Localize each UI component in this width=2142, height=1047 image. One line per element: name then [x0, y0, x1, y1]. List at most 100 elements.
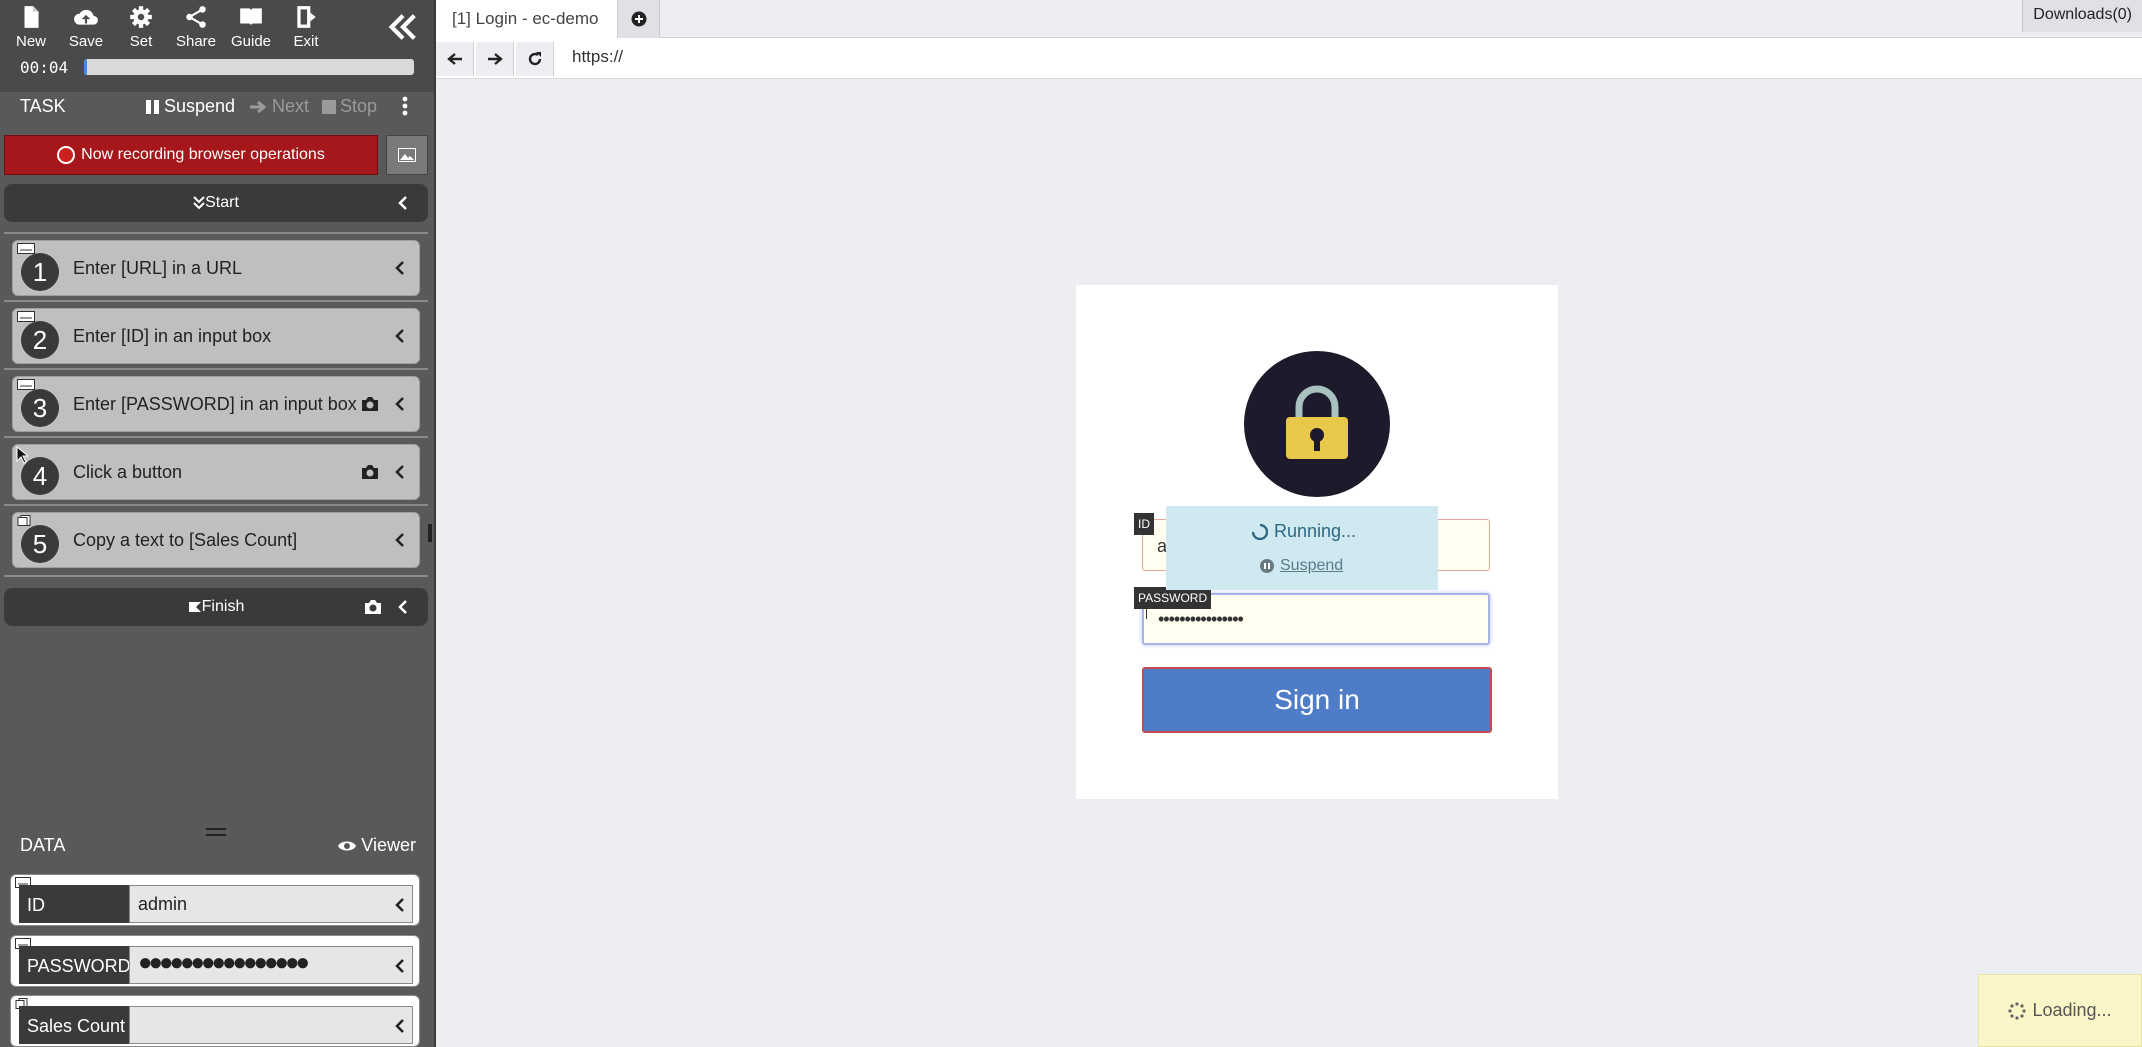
sidebar-resize-handle[interactable]: [428, 524, 432, 542]
step-label: Enter [URL] in a URL: [73, 258, 243, 278]
task-header: TASK Suspend Next Stop: [0, 92, 434, 120]
sign-in-button[interactable]: Sign in: [1142, 667, 1492, 733]
double-chevron-down-icon: [193, 196, 205, 210]
navigation-bar: https://: [436, 38, 2142, 79]
viewer-button[interactable]: Viewer: [337, 835, 416, 856]
image-icon: [398, 148, 416, 162]
overlay-suspend-link[interactable]: Suspend: [1260, 557, 1343, 575]
id-field-tag: ID: [1134, 513, 1154, 535]
toolbar: New Save Set Share Guide Exit 00:04: [0, 0, 434, 92]
chevron-left-icon[interactable]: [398, 600, 408, 614]
save-button[interactable]: Save: [60, 2, 112, 52]
camera-icon[interactable]: [361, 464, 379, 480]
step-label: Enter [ID] in an input box: [73, 326, 272, 346]
book-icon: [240, 8, 262, 26]
step-label: Click a button: [73, 462, 183, 482]
chevron-left-icon[interactable]: [395, 959, 405, 973]
step-divider: [4, 436, 428, 438]
new-button[interactable]: New: [5, 2, 57, 52]
exit-button[interactable]: Exit: [280, 2, 332, 52]
next-step-icon: [250, 100, 267, 113]
sidebar: New Save Set Share Guide Exit 00:04 TASK: [0, 0, 436, 1047]
step-3[interactable]: 3 Enter [PASSWORD] in an input box: [12, 376, 420, 432]
data-row-id[interactable]: ID admin: [10, 874, 420, 926]
data-header: DATA Viewer: [0, 826, 434, 862]
record-icon: [57, 146, 76, 164]
data-name: PASSWORD: [19, 946, 137, 984]
step-label: Copy a text to [Sales Count]: [73, 530, 298, 550]
chevron-left-icon[interactable]: [395, 1019, 405, 1033]
step-5[interactable]: 5 Copy a text to [Sales Count]: [12, 512, 420, 568]
finish-section[interactable]: Finish: [4, 588, 428, 626]
lock-icon: [1286, 385, 1348, 459]
chevron-left-icon[interactable]: [395, 898, 405, 912]
data-value[interactable]: ●●●●●●●●●●●●●●●●: [129, 946, 413, 984]
running-overlay: Running... Suspend: [1166, 506, 1438, 590]
new-tab-button[interactable]: [618, 0, 660, 38]
share-icon: [186, 6, 206, 28]
step-number: 2: [21, 321, 59, 359]
mouse-cursor-icon: [16, 446, 28, 464]
spinner-icon: [1252, 523, 1268, 540]
step-1[interactable]: 1 Enter [URL] in a URL: [12, 240, 420, 296]
chevron-left-icon[interactable]: [395, 261, 405, 275]
keyboard-icon: [17, 379, 35, 390]
keyboard-icon: [17, 243, 35, 254]
data-name: Sales Count: [19, 1006, 137, 1044]
stop-button[interactable]: Stop: [322, 96, 377, 117]
progress-fill: [84, 59, 88, 75]
gear-icon: [130, 6, 152, 28]
data-row-sales-count[interactable]: Sales Count: [10, 995, 420, 1047]
collapse-sidebar-icon[interactable]: [386, 10, 420, 44]
loading-toast: Loading...: [1978, 974, 2142, 1047]
chevron-left-icon[interactable]: [395, 329, 405, 343]
loading-spinner-icon: [2008, 1001, 2027, 1020]
step-divider: [4, 575, 428, 577]
recording-timer: 00:04: [20, 58, 69, 77]
suspend-button[interactable]: Suspend: [146, 96, 235, 117]
reload-button[interactable]: [516, 42, 554, 76]
step-divider: [4, 232, 428, 234]
forward-button[interactable]: [476, 42, 514, 76]
chevron-left-icon[interactable]: [395, 397, 405, 411]
step-2[interactable]: 2 Enter [ID] in an input box: [12, 308, 420, 364]
camera-icon[interactable]: [364, 599, 382, 615]
pause-circle-icon: [1260, 559, 1274, 573]
chevron-left-icon[interactable]: [395, 465, 405, 479]
screenshot-button[interactable]: [386, 135, 428, 175]
step-label: Enter [PASSWORD] in an input box: [73, 394, 357, 414]
back-button[interactable]: [436, 42, 474, 76]
stop-icon: [322, 99, 336, 114]
data-title: DATA: [20, 835, 66, 855]
arrow-left-icon: [446, 53, 462, 65]
downloads-button[interactable]: Downloads(0): [2022, 0, 2142, 32]
data-row-password[interactable]: PASSWORD ●●●●●●●●●●●●●●●●: [10, 935, 420, 987]
chevron-left-icon[interactable]: [398, 196, 408, 210]
start-section[interactable]: Start: [4, 184, 428, 222]
step-divider: [4, 504, 428, 506]
copy-icon: [17, 515, 31, 526]
data-value[interactable]: admin: [129, 885, 413, 923]
step-number: 5: [21, 525, 59, 563]
step-number: 3: [21, 389, 59, 427]
step-divider: [4, 300, 428, 302]
tab-login[interactable]: [1] Login - ec-demo: [436, 0, 618, 38]
tab-bar: [1] Login - ec-demo Downloads(0): [436, 0, 2142, 38]
set-button[interactable]: Set: [115, 2, 167, 52]
keyboard-icon: [17, 311, 35, 322]
recording-progress-bar: [84, 59, 414, 75]
camera-icon[interactable]: [361, 396, 379, 412]
more-vertical-icon[interactable]: [398, 94, 412, 118]
guide-button[interactable]: Guide: [225, 2, 277, 52]
data-value[interactable]: [129, 1006, 413, 1044]
step-number: 1: [21, 253, 59, 291]
file-icon: [24, 6, 39, 28]
share-button[interactable]: Share: [170, 2, 222, 52]
data-panel-drag-handle[interactable]: [206, 828, 226, 836]
url-input[interactable]: https://: [572, 47, 623, 67]
eye-icon: [338, 841, 357, 850]
chevron-left-icon[interactable]: [395, 533, 405, 547]
data-name: ID: [19, 885, 137, 923]
next-button[interactable]: Next: [248, 96, 309, 117]
step-4[interactable]: 4 Click a button: [12, 444, 420, 500]
